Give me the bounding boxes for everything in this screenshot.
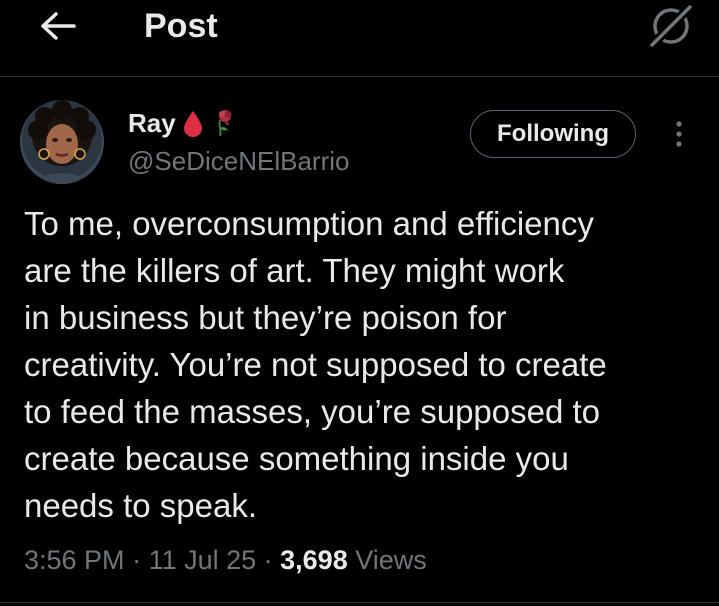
post-text-line: needs to speak. [24, 487, 257, 524]
post-text-line: create because something inside you [24, 440, 569, 477]
post-text-line: creativity. You’re not supposed to creat… [24, 346, 607, 383]
post-text-line: to feed the masses, you’re supposed to [24, 393, 601, 430]
meta-separator: · [256, 545, 281, 575]
meta-separator: · [124, 545, 149, 575]
post-text: To me, overconsumption and efficiency ar… [24, 200, 704, 529]
back-button[interactable] [34, 6, 82, 46]
header-divider [0, 76, 719, 77]
post-date[interactable]: 11 Jul 25 [149, 545, 257, 575]
views-count[interactable]: 3,698 [280, 545, 348, 575]
grok-button[interactable] [646, 4, 696, 48]
post-metadata: 3:56 PM · 11 Jul 25 · 3,698 Views [24, 538, 427, 582]
page-title: Post [144, 7, 218, 45]
bottom-divider [0, 602, 719, 603]
following-button[interactable]: Following [470, 110, 636, 158]
post-text-line: in business but they’re poison for [24, 299, 507, 336]
display-name[interactable]: Ray [128, 108, 176, 139]
arrow-left-icon [41, 12, 76, 40]
avatar[interactable] [20, 100, 104, 184]
author-name-row[interactable]: Ray [128, 106, 236, 140]
post-time[interactable]: 3:56 PM [24, 545, 125, 575]
top-bar: Post [0, 0, 719, 76]
more-vertical-icon [676, 121, 682, 147]
post-text-line: are the killers of art. They might work [24, 252, 565, 289]
drop-of-blood-icon [183, 111, 202, 137]
views-label: Views [347, 545, 427, 575]
author-handle[interactable]: @SeDiceNElBarrio [128, 144, 349, 178]
wilted-rose-icon [218, 110, 232, 137]
grok-icon [648, 5, 694, 47]
more-button[interactable] [664, 112, 694, 156]
post-text-line: To me, overconsumption and efficiency [24, 205, 594, 242]
avatar-image [20, 100, 104, 184]
